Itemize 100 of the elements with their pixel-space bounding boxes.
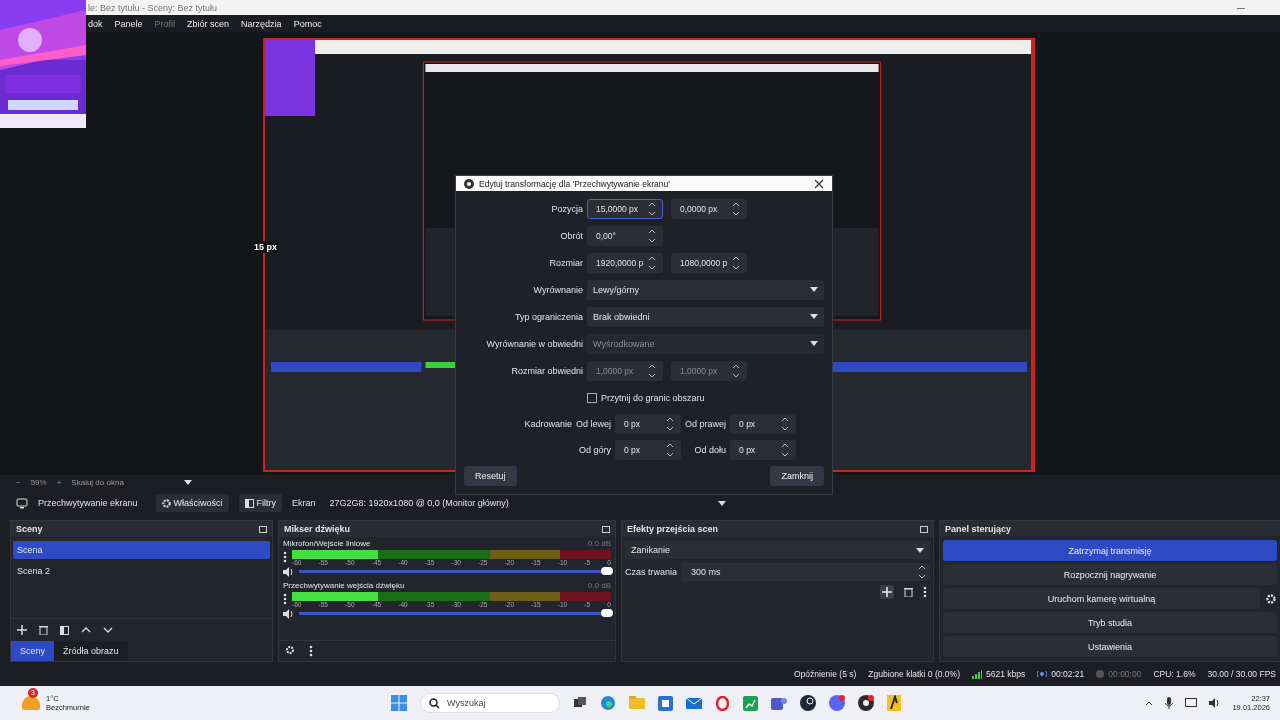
properties-button[interactable]: Właściwości	[155, 494, 229, 512]
zoom-out-button[interactable]: −	[16, 478, 21, 487]
up-icon[interactable]	[81, 627, 91, 633]
down-icon[interactable]	[103, 627, 113, 633]
dock-tab[interactable]: Źródła obrazu	[54, 641, 128, 661]
menu-item[interactable]: Pomoc	[293, 18, 322, 29]
spin-field[interactable]: 0,0000 px	[671, 198, 747, 219]
add-icon[interactable]	[17, 625, 27, 635]
menu-item[interactable]: dok	[88, 18, 103, 29]
trash-icon[interactable]	[39, 625, 48, 635]
add-icon[interactable]	[880, 585, 894, 599]
browser-icon[interactable]	[600, 695, 616, 711]
scale-dropdown[interactable]: Skaluj do okna	[71, 478, 192, 487]
control-button[interactable]: Uruchom kamerę wirtualną	[943, 588, 1260, 609]
chat-icon[interactable]	[829, 695, 845, 711]
control-button[interactable]: Zatrzymaj transmisję	[943, 540, 1277, 561]
scene-item[interactable]: Scena	[13, 541, 270, 559]
mail-icon[interactable]	[686, 696, 702, 710]
display-icon[interactable]	[1185, 698, 1198, 708]
gear-icon[interactable]	[285, 645, 295, 655]
people-icon[interactable]	[771, 695, 787, 711]
float-icon[interactable]	[602, 525, 610, 533]
menu-item[interactable]: Panele	[114, 18, 143, 29]
chart-icon[interactable]	[743, 695, 758, 711]
offset-label: 15 px	[252, 241, 279, 253]
speaker-icon[interactable]	[283, 608, 294, 619]
spin-field[interactable]: 0,00°	[587, 225, 663, 246]
spin-arrows-icon[interactable]	[732, 254, 740, 271]
control-button[interactable]: Rozpocznij nagrywanie	[943, 564, 1277, 585]
field-label: Typ ograniczenia	[513, 311, 583, 322]
spin-arrows-icon[interactable]	[648, 254, 656, 271]
float-icon[interactable]	[259, 525, 267, 533]
caret-icon	[717, 500, 726, 506]
volume-slider[interactable]	[299, 612, 611, 615]
spin-field[interactable]: 0 px	[730, 414, 797, 434]
screen-dropdown[interactable]: 27G2G8: 1920x1080 @ 0,0 (Monitor główny)	[325, 493, 730, 513]
trash-icon[interactable]	[904, 587, 913, 597]
spin-arrows-icon[interactable]	[648, 227, 656, 244]
dropdown[interactable]: Brak obwiedni	[587, 306, 824, 327]
chevron-icon[interactable]	[1145, 700, 1154, 706]
field-label: Pozycja	[550, 203, 583, 214]
more-icon[interactable]	[283, 593, 287, 605]
spin-arrows-icon[interactable]	[781, 442, 790, 458]
field-label: Od lewej	[576, 419, 611, 429]
control-button[interactable]: Ustawienia	[943, 636, 1277, 657]
start-icon[interactable]	[391, 695, 407, 711]
more-icon[interactable]	[923, 586, 927, 598]
dialog-button[interactable]: Zamknij	[770, 466, 824, 486]
microphone-icon[interactable]	[1165, 697, 1174, 709]
volume-slider[interactable]	[299, 570, 611, 573]
menu-item[interactable]: Narzędzia	[241, 18, 282, 29]
scene-item[interactable]: Scena 2	[13, 562, 270, 580]
search-field[interactable]: Wyszukaj	[420, 693, 560, 713]
weather-icon[interactable]	[22, 696, 40, 710]
ring-icon[interactable]	[715, 695, 730, 711]
gear-icon[interactable]	[1265, 592, 1277, 605]
field-label: Rozmiar	[548, 257, 583, 268]
more-icon[interactable]	[283, 551, 287, 563]
filter-icon[interactable]	[60, 625, 69, 635]
window-title: le: Bez tytułu - Sceny: Bez tytułu	[88, 2, 219, 13]
spin-arrows-icon[interactable]	[732, 200, 740, 217]
more-icon[interactable]	[309, 645, 313, 657]
filter-icon	[244, 498, 254, 508]
speaker-icon[interactable]	[1209, 698, 1221, 708]
dropdown[interactable]: Lewy/górny	[587, 279, 824, 300]
spin-field[interactable]: 0 px	[615, 440, 681, 460]
source-name: Przechwytywanie ekranu	[38, 498, 138, 508]
dock-tab[interactable]: Sceny	[11, 641, 54, 661]
spin-field[interactable]: 0 px	[615, 414, 681, 434]
camera-icon[interactable]	[858, 695, 874, 711]
spin-arrows-icon[interactable]	[666, 416, 674, 432]
spin-arrows-icon[interactable]	[648, 200, 656, 217]
duration-field[interactable]: 300 ms	[681, 563, 930, 581]
spin-arrows-icon[interactable]	[781, 416, 790, 432]
spin-field[interactable]: 0 px	[730, 440, 797, 460]
spin-arrows-icon[interactable]	[918, 564, 926, 580]
control-button[interactable]: Tryb studia	[943, 612, 1277, 633]
channel-name: Przechwytywanie wejścia dźwięku	[283, 581, 405, 590]
store-icon[interactable]	[658, 695, 673, 711]
field-label: Czas trwania	[625, 567, 678, 577]
record-icon	[1096, 670, 1105, 678]
panel-title: Mikser dźwięku	[284, 524, 351, 534]
menu-item[interactable]: Zbiór scen	[187, 18, 230, 29]
spin-arrows-icon[interactable]	[666, 442, 674, 458]
float-icon[interactable]	[920, 525, 928, 533]
zoom-in-button[interactable]: +	[56, 478, 62, 487]
speaker-icon[interactable]	[283, 566, 294, 577]
spin-field[interactable]: 1920,0000 p	[587, 252, 663, 273]
checkbox[interactable]: Przytnij do granic obszaru	[587, 392, 705, 403]
caret-icon	[810, 314, 818, 319]
stream-icon	[1037, 670, 1048, 678]
spin-field[interactable]: 1080,0000 p	[671, 252, 747, 273]
spin-field[interactable]: 15,0000 px	[587, 198, 663, 219]
dialog-button[interactable]: Resetuj	[464, 466, 517, 486]
close-icon[interactable]	[814, 178, 824, 189]
task-view-icon[interactable]	[573, 696, 587, 710]
field-label: Wyrównanie	[532, 284, 583, 295]
transition-dropdown[interactable]: Zanikanie	[625, 541, 930, 559]
zoom-level: 59%	[30, 478, 47, 487]
filters-button[interactable]: Filtry	[238, 494, 283, 512]
